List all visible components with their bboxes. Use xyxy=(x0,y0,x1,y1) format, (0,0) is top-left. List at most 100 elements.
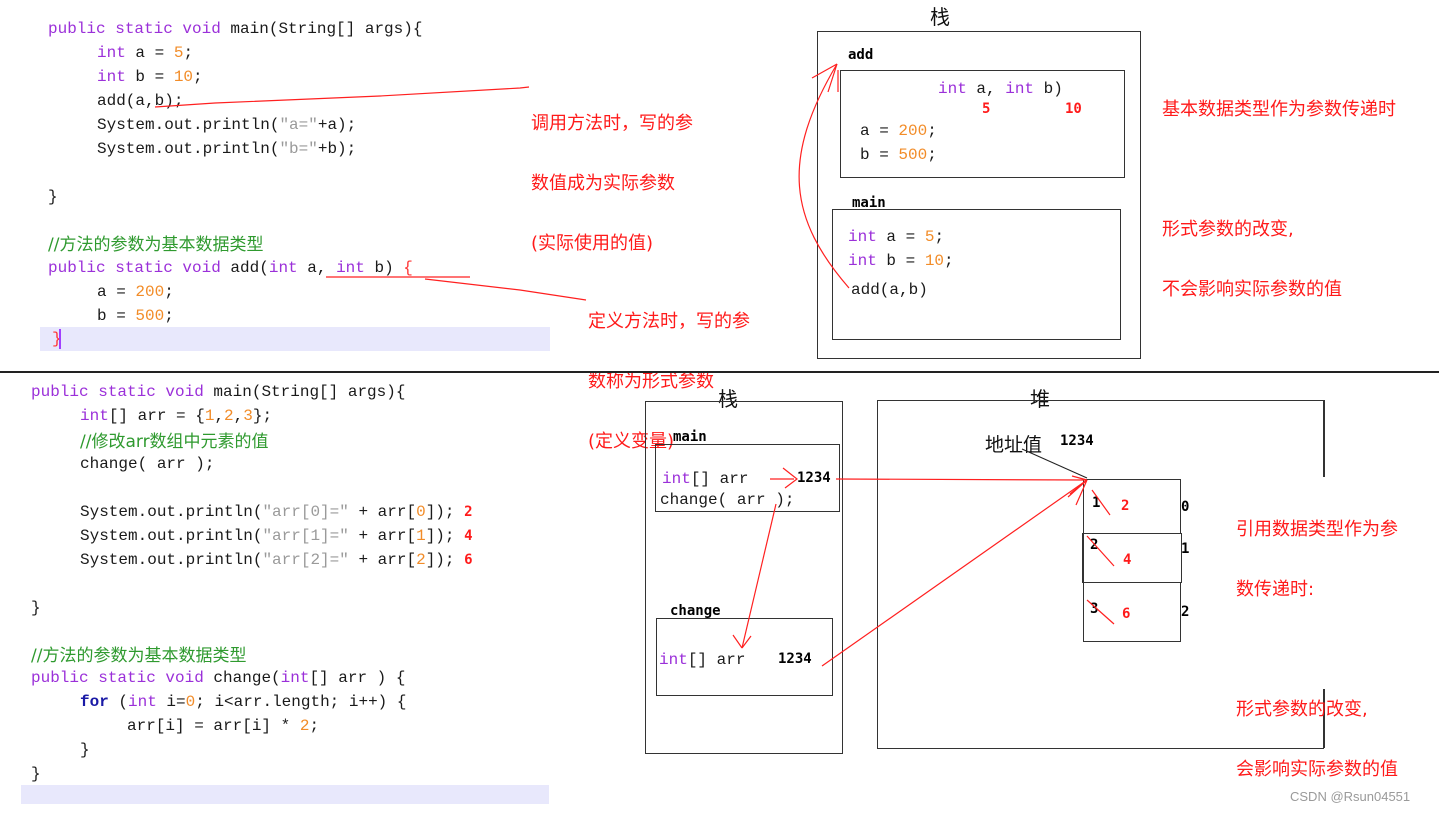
note-spacer xyxy=(1162,160,1396,180)
code-text: a = xyxy=(876,228,925,246)
frame-add-params: int a, int b) xyxy=(938,77,1063,101)
code-close-brace: } xyxy=(48,188,58,206)
param-value-a: 5 xyxy=(982,101,991,117)
note-line: 形式参数的改变, xyxy=(1162,219,1294,240)
number-literal: 10 xyxy=(173,68,194,86)
current-line-highlight-2 xyxy=(21,785,549,804)
string-literal: "a=" xyxy=(279,116,318,134)
code-text: ; xyxy=(183,44,194,62)
keyword: int xyxy=(1005,80,1035,98)
number-literal: 5 xyxy=(924,228,935,246)
keyword: int xyxy=(280,669,310,687)
code-text: a = xyxy=(125,44,174,62)
code-text: ( xyxy=(108,693,129,711)
number-literal: 200 xyxy=(898,122,928,140)
code-text: ; xyxy=(164,283,174,301)
number-literal: 0 xyxy=(416,503,426,521)
keyword: public static void xyxy=(48,259,221,277)
code-text: b = xyxy=(97,307,136,325)
code-text: ; i<arr.length; i++) { xyxy=(195,693,407,711)
frame-add-label: add xyxy=(848,47,874,63)
code-text: ; xyxy=(927,122,937,140)
note-line: (实际使用的值) xyxy=(531,233,654,254)
number-literal: 500 xyxy=(898,146,928,164)
code-outer-close: } xyxy=(31,765,41,783)
code-text: ]); xyxy=(425,551,455,569)
code-line-int-b: int b = 10; xyxy=(97,65,203,89)
keyword: int xyxy=(848,228,877,246)
number-literal: 10 xyxy=(924,252,945,270)
code-text: + arr[ xyxy=(348,503,417,521)
code-text: arr[i] = arr[i] * xyxy=(127,717,300,735)
code-text: b) xyxy=(1034,80,1063,98)
code-print-2: System.out.println("arr[2]=" + arr[2]); … xyxy=(80,548,473,572)
code-text: ; xyxy=(193,68,203,86)
array-index: 0 xyxy=(1181,499,1190,515)
code-line-print-b: System.out.println("b="+b); xyxy=(97,137,356,161)
array-index: 2 xyxy=(1181,604,1190,620)
code-text: [] arr ) { xyxy=(309,669,406,687)
section-divider xyxy=(0,371,1439,373)
code-text: System.out.println( xyxy=(97,140,280,158)
print-result: 2 xyxy=(464,504,473,520)
code-text: add( xyxy=(220,259,269,277)
code-text: i= xyxy=(156,693,186,711)
code-text: +a); xyxy=(317,116,357,134)
code-add-signature: public static void add(int a, int b) { xyxy=(48,256,413,280)
current-line-highlight xyxy=(40,327,550,351)
keyword: int xyxy=(268,259,298,277)
code-text: [] arr xyxy=(687,651,756,669)
code-text: ; xyxy=(944,252,954,270)
number-literal: 500 xyxy=(135,307,165,325)
code-comment-2: //方法的参数为基本数据类型 xyxy=(31,646,247,666)
old-value: 1 xyxy=(1092,495,1101,511)
keyword: for xyxy=(80,693,109,711)
number-literal: 5 xyxy=(173,44,184,62)
number-literal: 2 xyxy=(299,717,310,735)
new-value: 4 xyxy=(1123,552,1132,568)
code-comment-modify: //修改arr数组中元素的值 xyxy=(80,432,269,452)
note-actual-parameter: 调用方法时，写的参 数值成为实际参数 (实际使用的值) xyxy=(531,74,693,294)
code-text: + arr[ xyxy=(348,551,417,569)
new-value: 6 xyxy=(1122,606,1131,622)
print-result: 4 xyxy=(464,528,473,544)
code-text: a = xyxy=(860,122,899,140)
keyword: int xyxy=(659,651,688,669)
code-text: , xyxy=(233,407,244,425)
note-line: 会影响实际参数的值 xyxy=(1236,759,1398,780)
keyword: int xyxy=(662,470,691,488)
code-text: System.out.println( xyxy=(80,503,263,521)
note-line: 数传递时: xyxy=(1236,579,1315,600)
number-literal: 3 xyxy=(243,407,253,425)
frame-main-call: add(a,b) xyxy=(851,281,928,299)
number-literal: 200 xyxy=(135,283,165,301)
note-line: 基本数据类型作为参数传递时 xyxy=(1162,99,1396,120)
code-line-int-a: int a = 5; xyxy=(97,41,193,65)
code-text: ]); xyxy=(425,527,455,545)
code-comment: //方法的参数为基本数据类型 xyxy=(48,235,264,255)
print-result: 6 xyxy=(464,552,473,568)
keyword: public static void xyxy=(31,669,204,687)
code-main-signature-2: public static void main(String[] args){ xyxy=(31,380,405,404)
param-value-b: 10 xyxy=(1065,101,1082,117)
keyword: int xyxy=(97,68,126,86)
code-for-loop: for (int i=0; i<arr.length; i++) { xyxy=(80,690,406,714)
code-text: System.out.println( xyxy=(80,527,263,545)
code-line-b-assign: b = 500; xyxy=(97,304,174,328)
string-literal: "arr[0]=" xyxy=(262,503,349,521)
new-value: 2 xyxy=(1121,498,1130,514)
code-close-brace-2: } xyxy=(31,599,41,617)
string-literal: "arr[2]=" xyxy=(262,551,349,569)
pointer-line-actual xyxy=(154,86,530,108)
address-value-heap: 1234 xyxy=(1060,433,1094,449)
code-text: a, xyxy=(966,80,1006,98)
explanation-primitive: 基本数据类型作为参数传递时 形式参数的改变, 不会影响实际参数的值 xyxy=(1162,60,1396,340)
code-print-1: System.out.println("arr[1]=" + arr[1]); … xyxy=(80,524,473,548)
frame-main-line-a: int a = 5; xyxy=(848,225,944,249)
code-text: ; xyxy=(309,717,320,735)
old-value: 3 xyxy=(1090,601,1099,617)
keyword: int xyxy=(336,259,365,277)
code-text: a, xyxy=(297,259,337,277)
note-line: 数值成为实际参数 xyxy=(531,173,675,194)
code-text: b = xyxy=(125,68,174,86)
